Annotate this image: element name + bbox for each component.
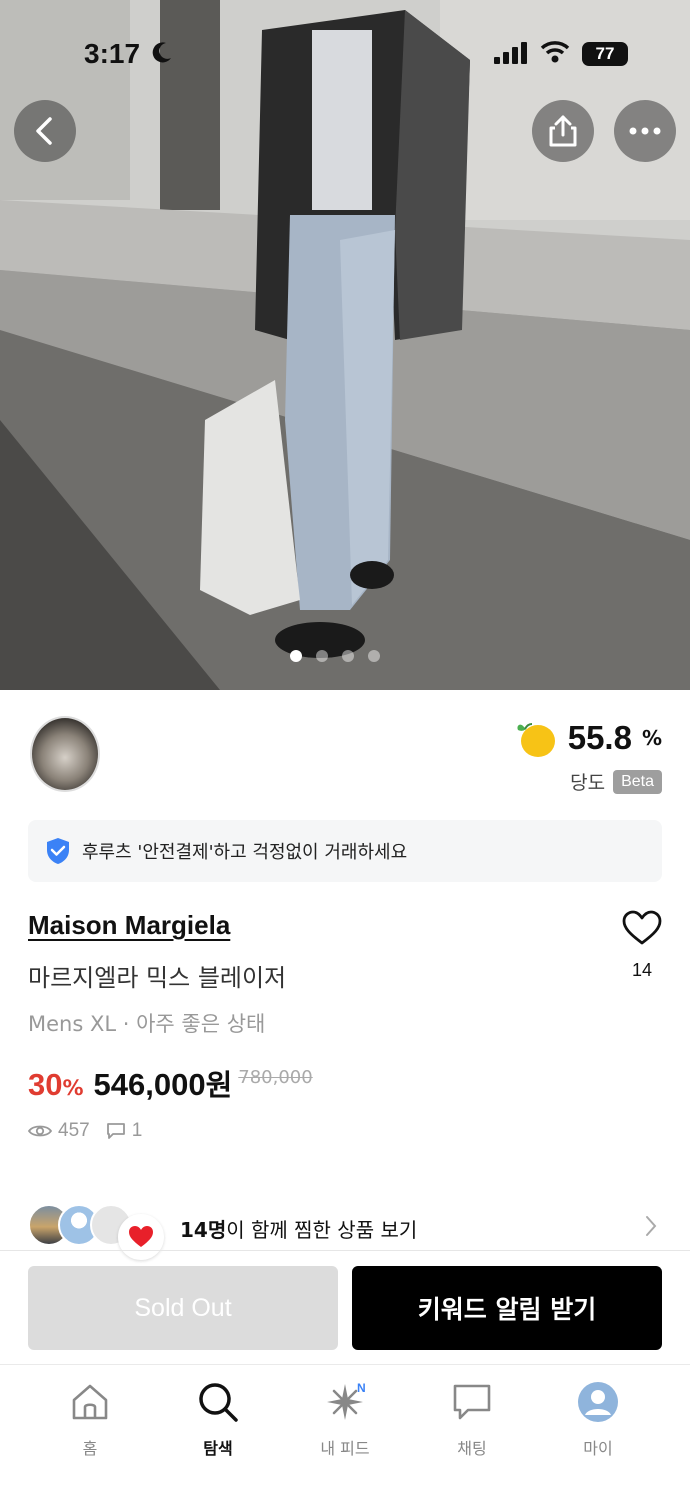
like-button[interactable]: 14	[620, 910, 664, 981]
product-subtitle: Mens XL · 아주 좋은 상태	[28, 1012, 266, 1036]
chevron-right-icon	[646, 1216, 657, 1236]
carousel-dot	[290, 650, 302, 662]
carousel-indicator	[290, 650, 380, 662]
tab-label: 내 피드	[320, 1439, 370, 1458]
search-icon	[199, 1383, 238, 1422]
tab-chat[interactable]: 채팅	[422, 1379, 522, 1459]
product-stats: 457 1	[28, 1120, 142, 1142]
original-price: 780,000	[238, 1067, 313, 1088]
sale-price: 546,000	[93, 1067, 206, 1102]
view-count: 457	[58, 1120, 90, 1141]
cellular-signal-icon	[494, 42, 527, 64]
tab-label: 홈	[82, 1439, 98, 1458]
price-row: 30 % 546,000 원 780,000	[28, 1062, 313, 1104]
tab-my-feed[interactable]: N 내 피드	[295, 1379, 395, 1459]
discount-rate: 30	[28, 1067, 63, 1102]
tab-label: 탐색	[203, 1439, 233, 1458]
sugar-label: 당도	[570, 772, 606, 794]
wishers-text: 14명이 함께 찜한 상품 보기	[180, 1214, 417, 1243]
wifi-icon	[540, 41, 570, 63]
home-icon	[72, 1384, 108, 1420]
wishers-row[interactable]: 14명이 함께 찜한 상품 보기	[28, 1200, 662, 1260]
safe-payment-text: 후루츠 '안전결제'하고 걱정없이 거래하세요	[82, 842, 408, 863]
eye-icon	[28, 1125, 52, 1137]
chat-icon	[453, 1384, 491, 1420]
wishers-label: 이 함께 찜한 상품 보기	[226, 1218, 418, 1242]
price-currency: 원	[205, 1068, 233, 1102]
heart-icon	[622, 910, 662, 945]
safe-payment-banner[interactable]: 후루츠 '안전결제'하고 걱정없이 거래하세요	[28, 820, 662, 882]
profile-icon	[578, 1382, 618, 1422]
carousel-dot	[316, 650, 328, 662]
keyword-alert-button[interactable]: 키워드 알림 받기	[352, 1266, 662, 1350]
product-title: 마르지엘라 믹스 블레이저	[28, 964, 287, 992]
battery-indicator: 77	[582, 42, 628, 66]
chevron-left-icon	[36, 117, 52, 145]
fruit-icon	[517, 723, 555, 757]
sugar-score[interactable]: 55.8% 당도 Beta	[514, 716, 662, 795]
seller-avatar[interactable]	[30, 716, 100, 792]
bottom-tab-bar: 홈 탐색 N 내 피드 채팅 마이	[0, 1364, 690, 1500]
red-heart-icon	[129, 1226, 153, 1247]
wishers-count: 14명	[180, 1218, 227, 1242]
tab-home[interactable]: 홈	[40, 1379, 140, 1459]
sugar-value: 55.8	[567, 719, 632, 756]
back-button[interactable]	[14, 100, 76, 162]
sold-out-button: Sold Out	[28, 1266, 338, 1350]
heart-badge	[118, 1214, 164, 1260]
tab-label: 채팅	[457, 1439, 487, 1458]
sugar-unit: %	[641, 726, 662, 750]
comment-icon	[106, 1123, 125, 1139]
carousel-dot	[368, 650, 380, 662]
moon-icon	[152, 42, 171, 63]
tab-search[interactable]: 탐색	[168, 1379, 268, 1459]
share-icon	[549, 115, 577, 147]
shield-icon	[47, 838, 69, 864]
more-options-button[interactable]	[614, 100, 676, 162]
like-count: 14	[631, 960, 653, 980]
more-icon	[629, 127, 661, 135]
share-button[interactable]	[532, 100, 594, 162]
carousel-dot	[342, 650, 354, 662]
discount-unit: %	[62, 1076, 84, 1100]
tab-my[interactable]: 마이	[548, 1379, 648, 1459]
status-bar: 3:17 77	[0, 0, 690, 110]
divider	[0, 1250, 690, 1251]
brand-link[interactable]: Maison Margiela	[28, 910, 230, 941]
tab-label: 마이	[583, 1439, 613, 1458]
status-time: 3:17	[84, 38, 141, 69]
comment-count: 1	[131, 1120, 143, 1141]
beta-badge: Beta	[613, 769, 662, 794]
new-badge: N	[357, 1381, 366, 1395]
